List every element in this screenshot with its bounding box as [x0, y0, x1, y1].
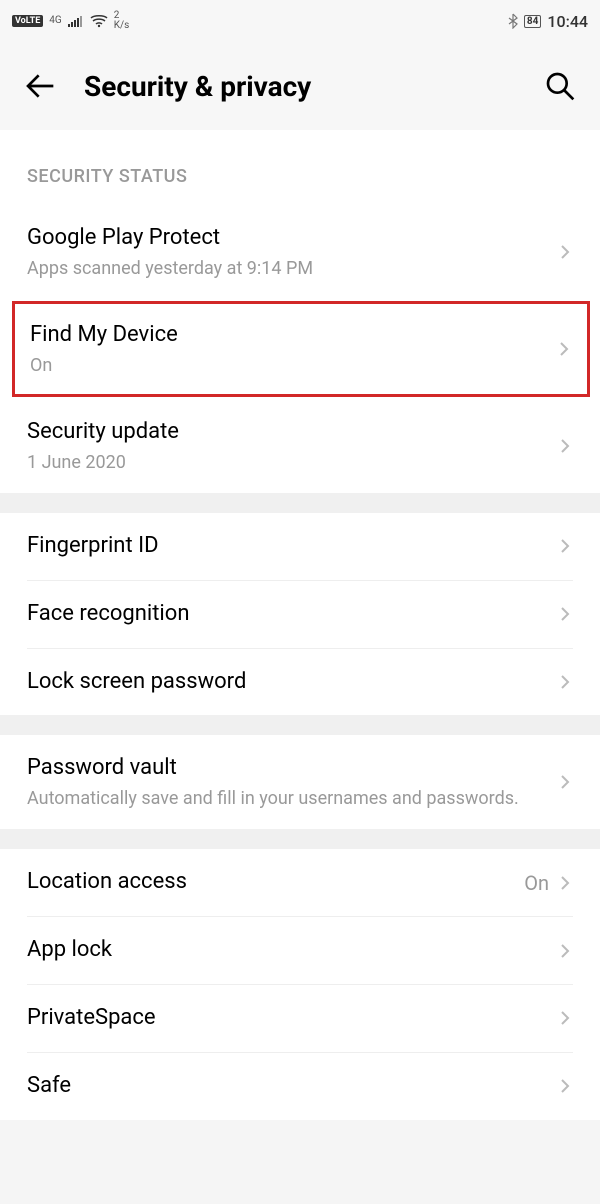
network-rate: 2 K/s: [114, 11, 130, 31]
signal-label: 4G: [49, 16, 61, 26]
chevron-right-icon: [557, 244, 573, 260]
signal-bars-icon: [68, 15, 84, 27]
row-title: Safe: [27, 1071, 557, 1102]
row-title: Location access: [27, 867, 524, 898]
row-title: Password vault: [27, 753, 557, 784]
chevron-right-icon: [557, 674, 573, 690]
row-title: Lock screen password: [27, 667, 557, 698]
row-title: Find My Device: [30, 320, 556, 351]
volte-badge: VoLTE: [12, 15, 43, 27]
section-gap: [0, 715, 600, 735]
highlight-find-my-device: Find My Device On: [12, 301, 590, 397]
content: SECURITY STATUS Google Play Protect Apps…: [0, 130, 600, 1120]
chevron-right-icon: [557, 538, 573, 554]
row-password-vault[interactable]: Password vault Automatically save and fi…: [0, 735, 600, 829]
search-icon[interactable]: [544, 70, 576, 102]
chevron-right-icon: [557, 1078, 573, 1094]
back-icon[interactable]: [24, 70, 56, 102]
battery-level: 84: [524, 15, 541, 28]
wifi-icon: [90, 14, 108, 28]
row-title: PrivateSpace: [27, 1003, 557, 1034]
chevron-right-icon: [557, 774, 573, 790]
row-face-recognition[interactable]: Face recognition: [0, 581, 600, 648]
page-title: Security & privacy: [84, 70, 516, 103]
status-right: 84 10:44: [508, 12, 588, 31]
row-value: On: [524, 871, 549, 895]
chevron-right-icon: [557, 606, 573, 622]
status-bar: VoLTE 4G 2 K/s 84 10:44: [0, 0, 600, 42]
row-sub: On: [30, 353, 556, 378]
row-app-lock[interactable]: App lock: [0, 917, 600, 984]
section-header-security-status: SECURITY STATUS: [0, 130, 600, 205]
row-title: Google Play Protect: [27, 223, 557, 254]
row-safe[interactable]: Safe: [0, 1053, 600, 1120]
chevron-right-icon: [556, 341, 572, 357]
row-security-update[interactable]: Security update 1 June 2020: [0, 399, 600, 493]
row-fingerprint-id[interactable]: Fingerprint ID: [0, 513, 600, 580]
row-location-access[interactable]: Location access On: [0, 849, 600, 916]
row-sub: Apps scanned yesterday at 9:14 PM: [27, 256, 557, 281]
row-title: App lock: [27, 935, 557, 966]
row-google-play-protect[interactable]: Google Play Protect Apps scanned yesterd…: [0, 205, 600, 299]
status-left: VoLTE 4G 2 K/s: [12, 11, 129, 31]
chevron-right-icon: [557, 875, 573, 891]
app-bar: Security & privacy: [0, 42, 600, 130]
row-title: Fingerprint ID: [27, 531, 557, 562]
row-sub: Automatically save and fill in your user…: [27, 786, 557, 811]
row-sub: 1 June 2020: [27, 450, 557, 475]
row-lock-screen-password[interactable]: Lock screen password: [0, 649, 600, 716]
section-gap: [0, 829, 600, 849]
row-title: Face recognition: [27, 599, 557, 630]
bluetooth-icon: [508, 13, 518, 29]
chevron-right-icon: [557, 1010, 573, 1026]
chevron-right-icon: [557, 438, 573, 454]
row-find-my-device[interactable]: Find My Device On: [15, 304, 587, 394]
clock: 10:44: [547, 12, 588, 31]
row-title: Security update: [27, 417, 557, 448]
row-privatespace[interactable]: PrivateSpace: [0, 985, 600, 1052]
section-gap: [0, 493, 600, 513]
chevron-right-icon: [557, 943, 573, 959]
